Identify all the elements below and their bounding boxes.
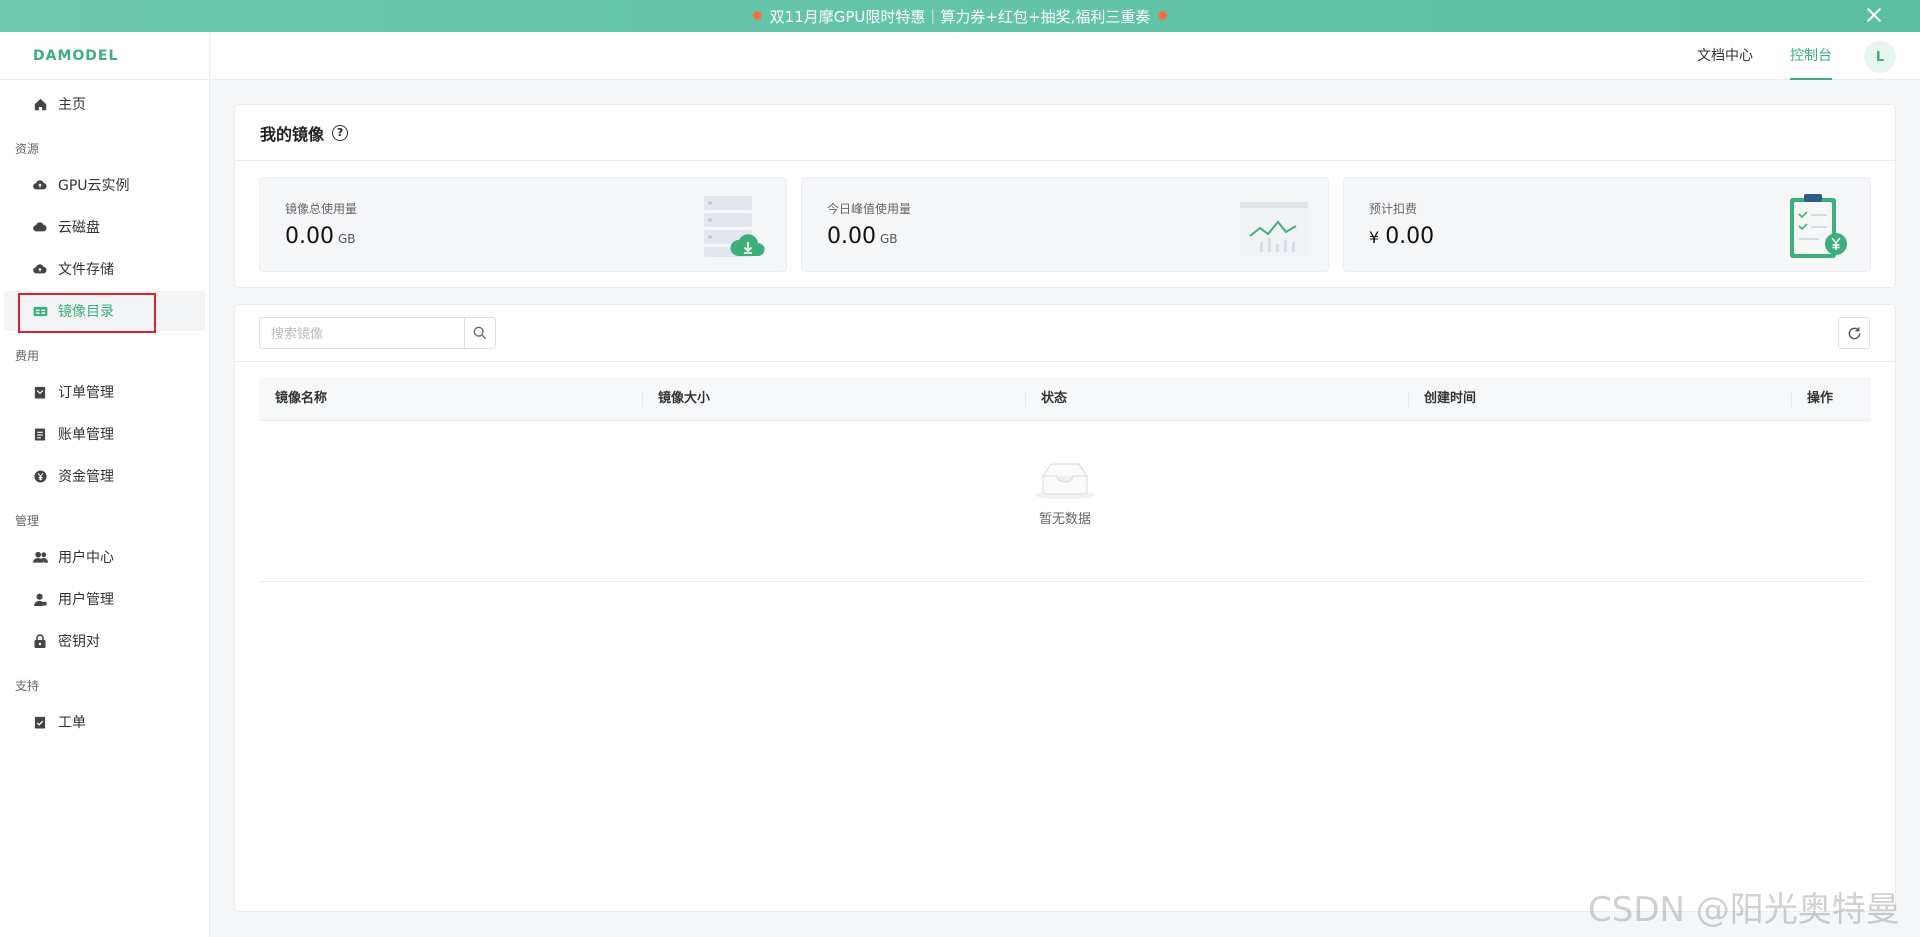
image-list-card: 镜像名称 镜像大小 状态 创建时间 操作 暂无数据	[234, 304, 1896, 912]
refresh-button[interactable]	[1838, 317, 1870, 349]
cloud-disk-icon	[32, 219, 48, 235]
sidebar-item-bill[interactable]: 账单管理	[4, 414, 205, 454]
yuan-coin-icon	[32, 468, 48, 484]
empty-box-icon	[1035, 463, 1095, 499]
table-header: 镜像名称 镜像大小 状态 创建时间 操作	[259, 377, 1871, 421]
docs-center-link[interactable]: 文档中心	[1697, 32, 1753, 80]
sidebar: DAMODEL 主页 资源 GPU云实例 云磁盘 文件存储 镜像目录 费用 订单…	[0, 32, 210, 937]
section-label-manage: 管理	[15, 514, 40, 528]
order-icon	[32, 384, 48, 400]
sidebar-item-label: 用户管理	[58, 592, 114, 608]
column-header-size[interactable]: 镜像大小	[642, 377, 1025, 421]
watermark: CSDN @阳光奥特曼	[1588, 890, 1900, 930]
cloud-upload-icon	[32, 261, 48, 277]
sidebar-item-ticket[interactable]: 工单	[4, 702, 205, 742]
search-icon	[473, 326, 487, 340]
bill-icon	[32, 426, 48, 442]
promo-banner-text: 双11月摩GPU限时特惠｜算力券+红包+抽奖,福利三重奏	[769, 7, 1151, 26]
help-icon[interactable]: ?	[332, 124, 349, 141]
trend-chart-icon	[1240, 202, 1308, 256]
users-icon	[32, 549, 48, 565]
sidebar-item-label: 主页	[58, 97, 86, 113]
sidebar-item-order[interactable]: 订单管理	[4, 372, 205, 412]
sidebar-item-label: GPU云实例	[58, 178, 130, 194]
selection-highlight-box	[18, 293, 156, 333]
sidebar-item-user-manage[interactable]: 用户管理	[4, 579, 205, 619]
column-header-actions: 操作	[1791, 377, 1871, 421]
stat-peak-usage: 今日峰值使用量 0.00 GB	[801, 177, 1329, 272]
sidebar-item-label: 工单	[58, 715, 86, 731]
avatar[interactable]: L	[1864, 41, 1896, 73]
search-button[interactable]	[464, 317, 496, 349]
sidebar-item-label: 密钥对	[58, 634, 100, 650]
column-header-name[interactable]: 镜像名称	[259, 377, 642, 421]
ticket-check-icon	[32, 714, 48, 730]
search-input[interactable]	[259, 317, 465, 349]
sidebar-item-label: 用户中心	[58, 550, 114, 566]
empty-state: 暂无数据	[259, 422, 1871, 582]
stat-value: ¥0.00	[1369, 224, 1435, 249]
server-download-icon	[704, 196, 765, 257]
column-header-status[interactable]: 状态	[1025, 377, 1408, 421]
sidebar-item-image-catalog[interactable]: 镜像目录	[4, 291, 205, 333]
sidebar-item-user-center[interactable]: 用户中心	[4, 537, 205, 577]
stat-value: 0.00 GB	[285, 224, 356, 249]
page-title: 我的镜像 ?	[235, 105, 1895, 161]
section-label-resource: 资源	[15, 142, 40, 156]
stat-label: 预计扣费	[1369, 202, 1418, 216]
nav-group-main: 主页	[0, 80, 209, 124]
stat-total-usage: 镜像总使用量 0.00 GB	[259, 177, 787, 272]
sidebar-item-home[interactable]: 主页	[4, 84, 205, 124]
stat-value: 0.00 GB	[827, 224, 898, 249]
promo-banner[interactable]: ✸ 双11月摩GPU限时特惠｜算力券+红包+抽奖,福利三重奏 ✸	[0, 0, 1920, 32]
console-link[interactable]: 控制台	[1790, 32, 1832, 80]
my-images-card: 我的镜像 ? 镜像总使用量 0.00 GB 今日峰值使用量 0.00 GB 预计扣费	[234, 104, 1896, 288]
top-header: 文档中心 控制台 L	[211, 32, 1920, 80]
sidebar-item-gpu-instance[interactable]: GPU云实例	[4, 165, 205, 205]
explosion-icon: ✸	[1156, 7, 1169, 25]
sidebar-item-label: 订单管理	[58, 385, 114, 401]
logo[interactable]: DAMODEL	[0, 32, 209, 80]
user-settings-icon	[32, 591, 48, 607]
empty-text: 暂无数据	[1038, 512, 1091, 527]
sidebar-item-label: 资金管理	[58, 469, 114, 485]
sidebar-item-fund[interactable]: 资金管理	[4, 456, 205, 496]
stat-estimated-charge: 预计扣费 ¥0.00	[1343, 177, 1871, 272]
column-header-created[interactable]: 创建时间	[1408, 377, 1791, 421]
sidebar-item-label: 文件存储	[58, 262, 114, 278]
explosion-icon: ✸	[751, 7, 764, 25]
sidebar-item-cloud-disk[interactable]: 云磁盘	[4, 207, 205, 247]
lock-icon	[32, 633, 48, 649]
home-icon	[32, 96, 48, 112]
divider	[235, 361, 1895, 362]
sidebar-item-label: 云磁盘	[58, 220, 100, 236]
sidebar-item-file-storage[interactable]: 文件存储	[4, 249, 205, 289]
stat-label: 镜像总使用量	[285, 202, 358, 216]
sidebar-item-label: 账单管理	[58, 427, 114, 443]
page-title-text: 我的镜像	[260, 124, 325, 144]
close-icon[interactable]	[1864, 5, 1884, 25]
stat-label: 今日峰值使用量	[827, 202, 912, 216]
clipboard-yuan-icon	[1790, 194, 1847, 258]
refresh-icon	[1848, 326, 1860, 339]
section-label-support: 支持	[15, 679, 40, 693]
cloud-icon	[32, 177, 48, 193]
section-label-fee: 费用	[15, 349, 40, 363]
sidebar-item-keypair[interactable]: 密钥对	[4, 621, 205, 661]
